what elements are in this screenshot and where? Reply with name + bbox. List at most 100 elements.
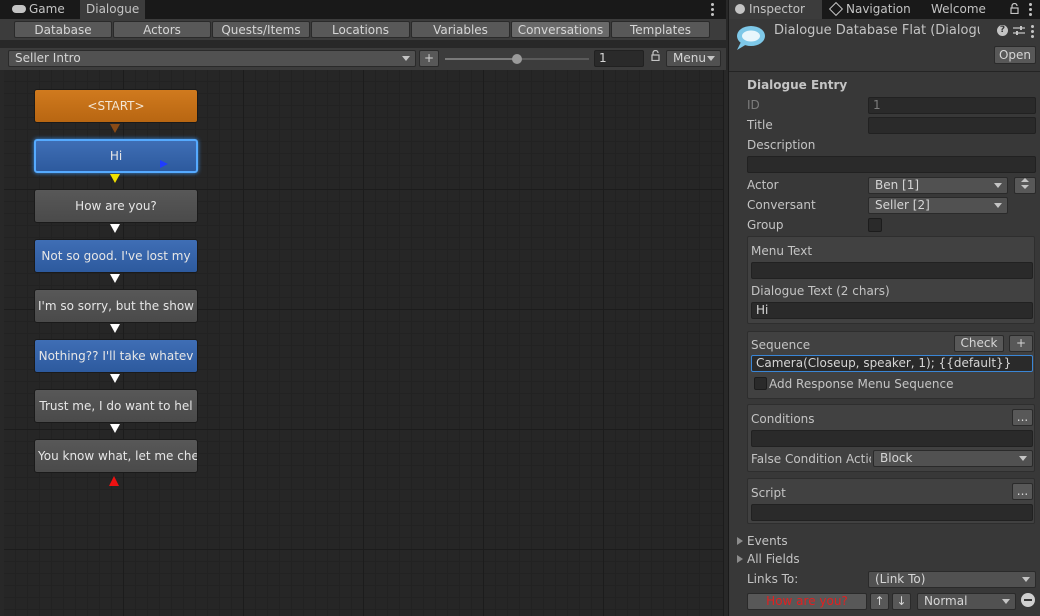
- tab-navigation[interactable]: Navigation: [825, 0, 917, 19]
- conversation-select[interactable]: Seller Intro: [8, 50, 416, 67]
- tab-quests-items[interactable]: Quests/Items: [212, 21, 310, 38]
- events-foldout-arrow-icon[interactable]: [737, 537, 743, 545]
- actor-label: Actor: [747, 178, 779, 192]
- link-priority-select-value: Normal: [924, 594, 968, 608]
- script-label: Script: [751, 486, 786, 500]
- dialogue-node[interactable]: Not so good. I've lost my: [34, 239, 198, 273]
- lock-icon[interactable]: [651, 49, 660, 62]
- description-input[interactable]: [747, 156, 1036, 173]
- link-arrow-icon: [110, 424, 120, 433]
- events-foldout[interactable]: Events: [747, 534, 788, 548]
- add-conversation-button[interactable]: +: [419, 50, 439, 67]
- entry-id-field[interactable]: 1: [594, 50, 644, 67]
- false-condition-select[interactable]: Block: [873, 450, 1033, 467]
- inspector-tab-bar: Inspector Navigation Welcome: [729, 0, 1040, 19]
- conditions-group: Conditions ... False Condition Actio Blo…: [747, 404, 1035, 472]
- script-editor-button[interactable]: ...: [1012, 483, 1033, 500]
- dialogue-node[interactable]: I'm so sorry, but the show: [34, 289, 198, 323]
- dialogue-node[interactable]: Trust me, I do want to hel: [34, 389, 198, 423]
- links-to-select[interactable]: (Link To): [868, 571, 1036, 588]
- play-marker-icon: [160, 160, 168, 168]
- all-fields-foldout-arrow-icon[interactable]: [737, 555, 743, 563]
- link-target-button[interactable]: How are you?: [747, 593, 867, 610]
- zoom-slider-fill: [445, 58, 517, 60]
- tab-game[interactable]: Game: [6, 0, 71, 19]
- node-graph-canvas[interactable]: <START> Hi How are you? Not so good. I've l…: [4, 70, 724, 616]
- lock-icon[interactable]: [1010, 2, 1019, 17]
- editor-kebab-menu-icon[interactable]: [711, 3, 714, 18]
- chevron-down-icon: [994, 183, 1002, 188]
- chevron-down-icon: [1002, 599, 1010, 604]
- menu-dropdown[interactable]: Menu: [666, 50, 721, 67]
- gamepad-icon: [12, 5, 26, 13]
- section-title: Dialogue Entry: [747, 78, 848, 92]
- dialogue-node[interactable]: You know what, let me chec: [34, 439, 198, 473]
- conditions-editor-button[interactable]: ...: [1012, 409, 1033, 426]
- add-sequence-button[interactable]: +: [1009, 335, 1033, 352]
- dialogue-text-input[interactable]: Hi: [751, 302, 1033, 319]
- group-checkbox[interactable]: [868, 218, 882, 232]
- script-input[interactable]: [751, 504, 1033, 521]
- false-condition-select-value: Block: [880, 451, 913, 465]
- dialogue-editor-panel: Game Dialogue Database Actors Quests/Ite…: [0, 0, 726, 616]
- add-response-sequence-checkbox[interactable]: [754, 377, 767, 390]
- actor-select-value: Ben [1]: [875, 178, 920, 192]
- script-group: Script ...: [747, 478, 1035, 524]
- object-title: Dialogue Database Flat (Dialogue I: [774, 23, 980, 38]
- conversant-label: Conversant: [747, 198, 816, 212]
- sequence-input[interactable]: Camera(Closeup, speaker, 1); {{default}}: [751, 355, 1033, 372]
- swap-actors-button[interactable]: [1014, 177, 1036, 194]
- tab-inspector-label: Inspector: [749, 2, 805, 16]
- title-label: Title: [747, 118, 773, 132]
- object-kebab-menu-icon[interactable]: [1031, 25, 1034, 40]
- chevron-down-icon: [1022, 577, 1030, 582]
- chevron-down-icon: [1019, 456, 1027, 461]
- zoom-slider-thumb[interactable]: [512, 54, 522, 64]
- check-button[interactable]: Check: [954, 335, 1004, 352]
- conditions-input[interactable]: [751, 430, 1033, 447]
- editor-tab-bar: Game Dialogue: [0, 0, 726, 19]
- add-response-label: Add Response Menu Sequence: [769, 377, 954, 391]
- tab-dialogue[interactable]: Dialogue: [80, 0, 146, 19]
- zoom-slider[interactable]: [445, 54, 589, 64]
- link-arrow-icon: [110, 124, 120, 133]
- help-icon[interactable]: ?: [997, 25, 1008, 36]
- tab-dialogue-label: Dialogue: [86, 2, 140, 16]
- conversation-select-value: Seller Intro: [15, 51, 81, 65]
- inspector-kebab-menu-icon[interactable]: [1029, 3, 1032, 18]
- tab-templates[interactable]: Templates: [611, 21, 710, 38]
- chevron-down-icon: [994, 203, 1002, 208]
- actor-select[interactable]: Ben [1]: [868, 177, 1008, 194]
- id-field: 1: [868, 97, 1036, 114]
- tab-inspector[interactable]: Inspector: [729, 0, 822, 19]
- tab-conversations[interactable]: Conversations: [511, 21, 610, 38]
- all-fields-foldout[interactable]: All Fields: [747, 552, 800, 566]
- open-button[interactable]: Open: [994, 46, 1036, 64]
- link-priority-select[interactable]: Normal: [917, 593, 1016, 610]
- title-input[interactable]: [868, 117, 1036, 134]
- move-link-up-button[interactable]: ↑: [870, 593, 889, 610]
- settings-sliders-icon[interactable]: [1013, 25, 1025, 39]
- dialogue-node[interactable]: <START>: [34, 89, 198, 123]
- tab-database[interactable]: Database: [14, 21, 112, 38]
- move-link-down-button[interactable]: ↓: [892, 593, 911, 610]
- remove-link-icon[interactable]: [1021, 593, 1035, 607]
- tab-welcome-label: Welcome: [931, 2, 986, 16]
- false-condition-label: False Condition Actio: [751, 452, 871, 466]
- conversant-select[interactable]: Seller [2]: [868, 197, 1008, 214]
- dialogue-node[interactable]: Hi: [34, 139, 198, 173]
- conversant-select-value: Seller [2]: [875, 198, 930, 212]
- conditions-label: Conditions: [751, 412, 815, 426]
- menu-text-input[interactable]: [751, 262, 1033, 279]
- link-arrow-icon: [110, 174, 120, 183]
- links-to-label: Links To:: [747, 572, 799, 586]
- tab-welcome[interactable]: Welcome: [925, 0, 992, 19]
- tab-locations[interactable]: Locations: [311, 21, 410, 38]
- tab-actors[interactable]: Actors: [113, 21, 211, 38]
- links-to-select-value: (Link To): [875, 572, 926, 586]
- dialogue-node[interactable]: How are you?: [34, 189, 198, 223]
- dialogue-node[interactable]: Nothing?? I'll take whatev: [34, 339, 198, 373]
- tab-variables[interactable]: Variables: [411, 21, 510, 38]
- header-divider: [729, 71, 1040, 72]
- dead-end-marker-icon: [109, 476, 119, 486]
